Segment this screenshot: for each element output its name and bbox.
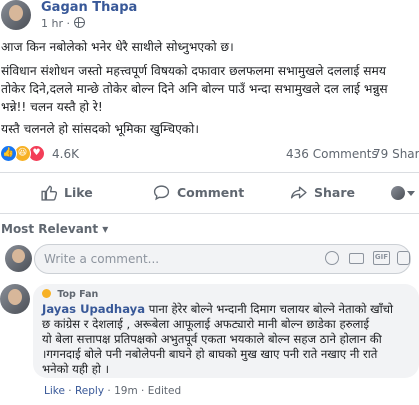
comment-label: Comment xyxy=(177,185,245,200)
small-avatar xyxy=(391,186,405,200)
like-reaction-icon: 👍 xyxy=(0,145,17,162)
gif-icon[interactable]: GIF xyxy=(373,251,390,265)
share-button[interactable]: Share xyxy=(290,184,355,201)
comment-line-1: Jayas Upadhaya पाना हेरेर बोल्ने भन्दानी… xyxy=(42,302,393,318)
camera-icon[interactable] xyxy=(349,253,364,264)
post-timestamp[interactable]: 1 hr · xyxy=(41,17,85,30)
thumbs-up-icon xyxy=(41,185,57,201)
top-fan-badge: Top Fan xyxy=(42,289,98,300)
share-count[interactable]: 79 Share xyxy=(373,147,419,161)
post-line-5: यस्तै चलनले हो सांसदको भूमिका खुम्चिएको। xyxy=(1,122,199,136)
filter-label: Most Relevant xyxy=(1,222,99,236)
comment-like-link[interactable]: Like xyxy=(44,385,65,397)
react-as-selector[interactable] xyxy=(391,186,417,200)
reaction-icons[interactable]: 👍 😆 ♥ xyxy=(0,145,50,163)
current-user-avatar xyxy=(5,245,32,272)
comment-actions: Like · Reply · 19m · Edited xyxy=(44,385,181,397)
post-time[interactable]: 1 hr xyxy=(41,17,63,30)
like-label: Like xyxy=(64,185,93,200)
comment-line-5: भनेको यही हो । xyxy=(42,362,109,376)
commenter-avatar[interactable] xyxy=(0,284,30,314)
comment-time[interactable]: 19m xyxy=(114,385,138,397)
comment-count[interactable]: 436 Comments xyxy=(286,147,378,161)
post-line-4: भन्ने!! चलन यस्तै हो रे! xyxy=(1,100,103,114)
post-time-dot: · xyxy=(66,17,71,30)
comment-line-3: यो बेला सत्तापक्ष प्रतिपक्षको अभुतपूर्व … xyxy=(42,332,382,346)
top-fan-icon xyxy=(42,289,51,298)
comment-edited[interactable]: Edited xyxy=(148,385,181,397)
commenter-name[interactable]: Jayas Upadhaya xyxy=(42,302,145,316)
share-label: Share xyxy=(314,185,355,200)
separator: · xyxy=(68,385,72,397)
divider-top xyxy=(0,172,419,173)
comment-reply-link[interactable]: Reply xyxy=(75,385,104,397)
comment-button[interactable]: Comment xyxy=(153,184,244,201)
separator: · xyxy=(141,385,145,397)
post-line-1: आज किन नबोलेको भनेर धेरै साथीले सोध्नुभए… xyxy=(1,40,234,54)
sticker-icon[interactable] xyxy=(397,251,410,265)
author-avatar[interactable] xyxy=(1,0,31,30)
comment-bubble: Top Fan Jayas Upadhaya पाना हेरेर बोल्ने… xyxy=(33,284,419,378)
comment-line-2: छ कांग्रेस र देशलाई , अरूबेला आफूलाई अफट… xyxy=(42,317,370,331)
author-name[interactable]: Gagan Thapa xyxy=(41,0,137,15)
post-line-2: संविधान संशोधन जस्तो महत्त्वपूर्ण विषयको… xyxy=(1,64,386,78)
emoji-icon[interactable] xyxy=(325,251,339,265)
share-arrow-icon xyxy=(290,186,307,199)
comment-placeholder: Write a comment... xyxy=(44,252,160,266)
comment-icon xyxy=(153,185,170,201)
comment-filter[interactable]: Most Relevant ▾ xyxy=(1,222,108,236)
caret-down-icon xyxy=(407,191,415,196)
separator: · xyxy=(107,385,111,397)
comment-line-1-text: पाना हेरेर बोल्ने भन्दानी दिमाग चलायर बो… xyxy=(145,302,394,316)
divider-bottom xyxy=(0,213,419,214)
reaction-count[interactable]: 4.6K xyxy=(52,147,79,161)
comment-line-4: ।गगनदाई बोले पनी नबोलेपनी बाघने हो बाघको… xyxy=(42,347,378,361)
comment-input[interactable]: Write a comment... GIF xyxy=(34,244,411,274)
top-fan-label: Top Fan xyxy=(57,289,99,300)
post-line-3: तोकेर दिने,दलले मान्छे तोकेर बोल्न दिने … xyxy=(1,82,388,96)
like-button[interactable]: Like xyxy=(40,184,93,201)
filter-arrow-icon: ▾ xyxy=(102,222,109,236)
globe-icon xyxy=(73,17,85,28)
